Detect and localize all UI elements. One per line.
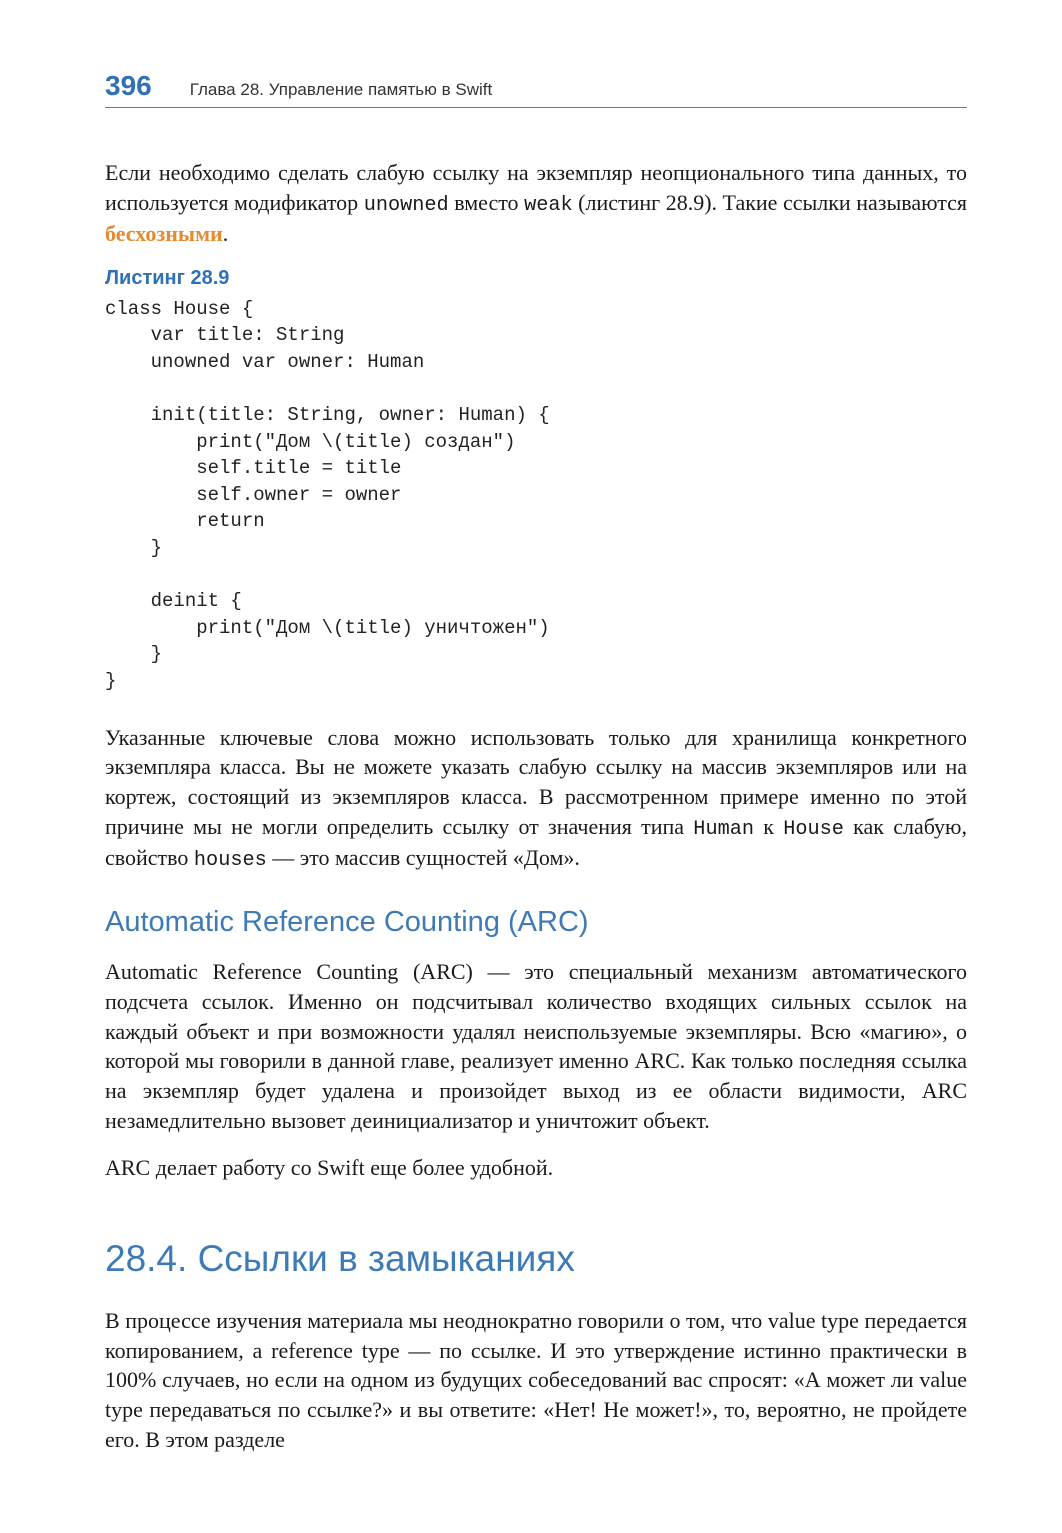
heading-arc: Automatic Reference Counting (ARC) [105, 906, 967, 939]
paragraph-unowned-intro: Если необходимо сделать слабую ссылку на… [105, 158, 967, 249]
heading-closures-refs: 28.4. Ссылки в замыканиях [105, 1238, 967, 1280]
paragraph-arc-conclusion: ARC делает работу со Swift еще более удо… [105, 1153, 967, 1183]
paragraph-closures-intro: В процессе изучения материала мы неоднок… [105, 1306, 967, 1454]
inline-code-unowned: unowned [364, 194, 449, 217]
inline-code-house: House [783, 818, 844, 841]
inline-code-human: Human [693, 818, 754, 841]
term-unowned-refs: бесхозными [105, 221, 223, 246]
page-header: 396 Глава 28. Управление памятью в Swift [105, 70, 967, 108]
paragraph-keywords-note: Указанные ключевые слова можно использов… [105, 723, 967, 875]
code-listing: class House { var title: String unowned … [105, 296, 967, 695]
paragraph-arc-description: Automatic Reference Counting (ARC) — это… [105, 957, 967, 1135]
inline-code-weak: weak [524, 194, 573, 217]
chapter-title: Глава 28. Управление памятью в Swift [190, 80, 493, 100]
inline-code-houses: houses [194, 849, 267, 872]
page-number: 396 [105, 70, 152, 102]
listing-label: Листинг 28.9 [105, 267, 967, 290]
